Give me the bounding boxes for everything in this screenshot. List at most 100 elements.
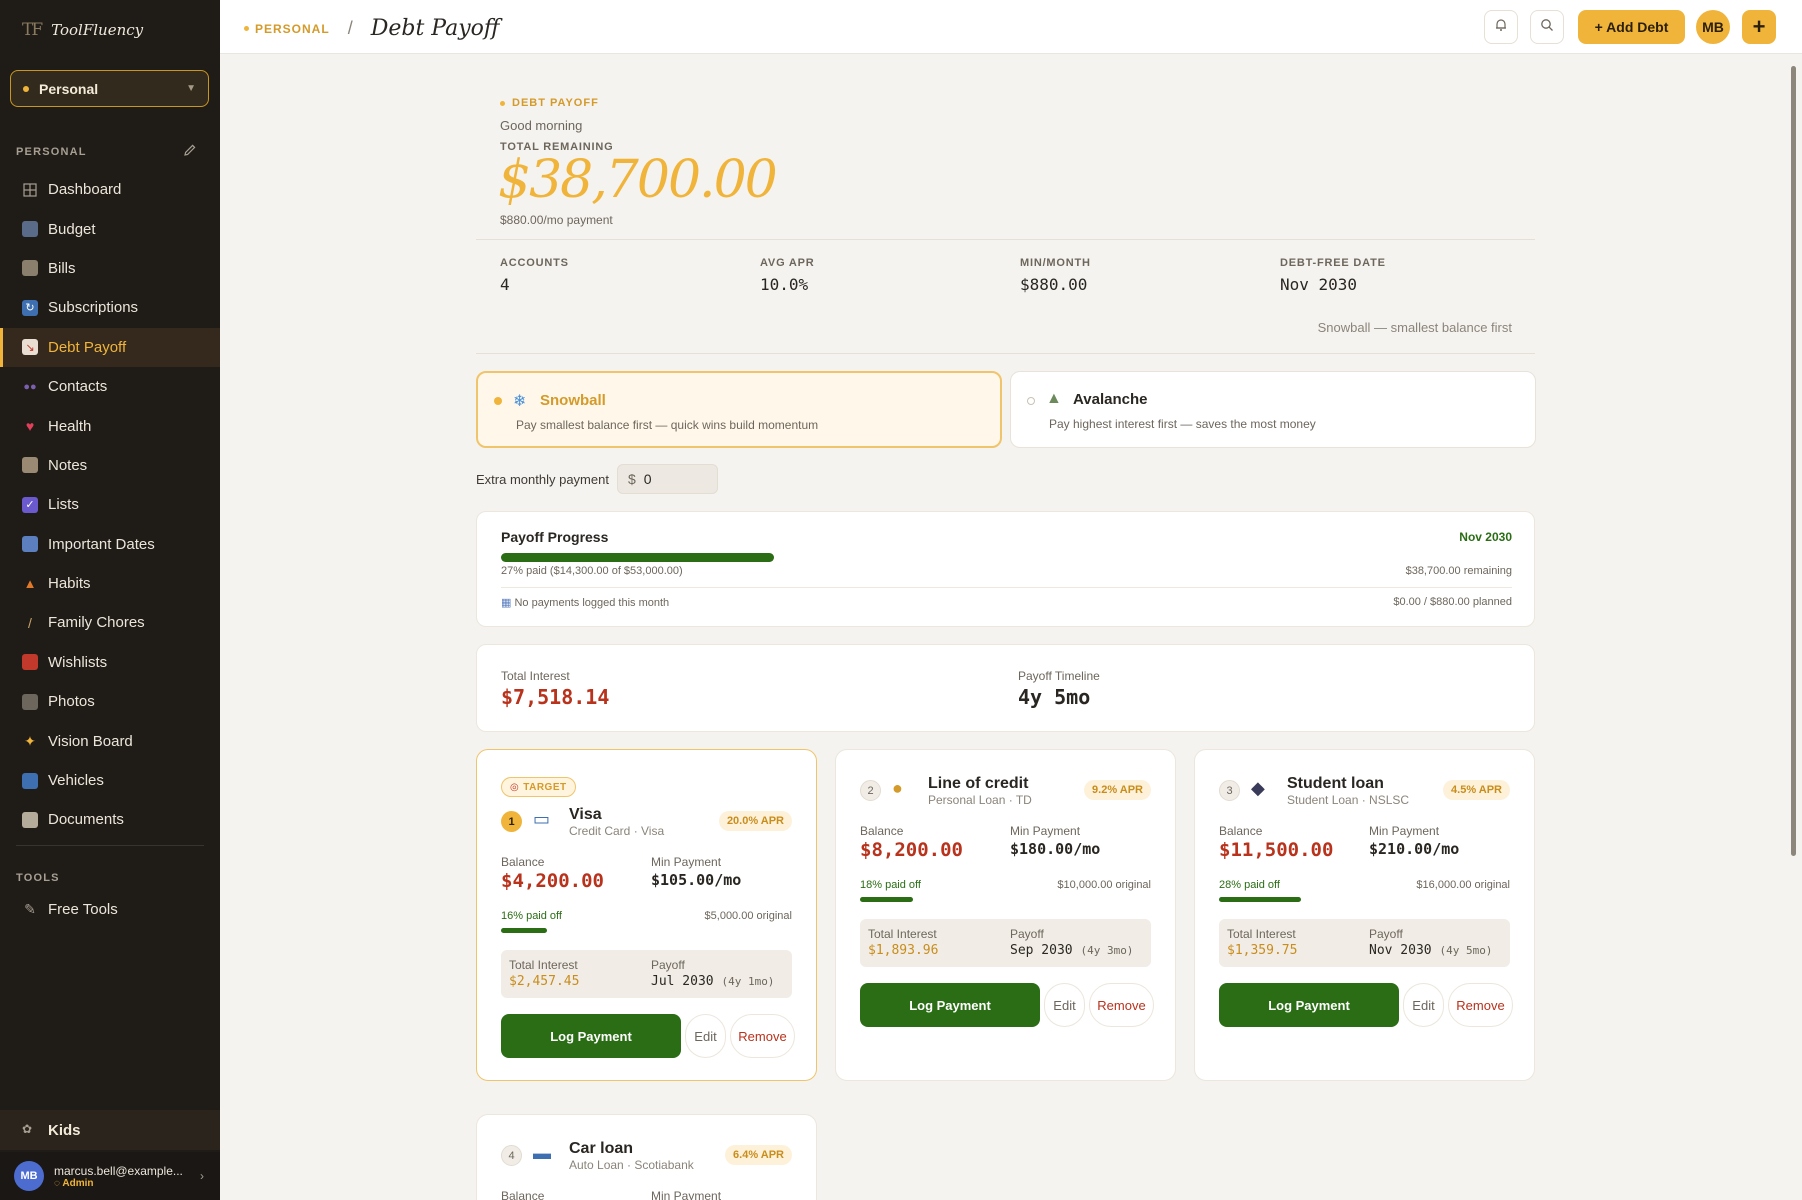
debt-name: Line of credit	[928, 775, 1029, 792]
mountain-icon: ▲	[1046, 390, 1062, 407]
target-badge-label: TARGET	[523, 781, 567, 793]
balance-value: $11,500.00	[1219, 839, 1334, 861]
min-payment-label: Min Payment	[1369, 824, 1440, 838]
total-interest-value: $1,359.75	[1227, 943, 1298, 958]
interest-box: Total Interest $2,457.45 Payoff Jul 2030…	[501, 950, 792, 998]
total-interest-label: Total Interest	[501, 669, 570, 683]
sidebar-item-label: Family Chores	[48, 614, 145, 632]
log-payment-button[interactable]: Log Payment	[860, 983, 1040, 1027]
sidebar-item-health[interactable]: ♥ Health	[0, 406, 220, 445]
sidebar-item-debt-payoff[interactable]: ↘ Debt Payoff	[0, 327, 220, 368]
checkbox-icon: ✓	[22, 496, 38, 513]
rank-badge: 2	[860, 780, 881, 801]
payoff-progress-title: Payoff Progress	[501, 529, 609, 545]
balance-label: Balance	[501, 855, 545, 869]
sidebar-item-important-dates[interactable]: Important Dates	[0, 525, 220, 564]
sidebar-item-free-tools[interactable]: ✎ Free Tools	[0, 890, 220, 929]
search-button[interactable]	[1530, 10, 1564, 44]
divider	[476, 239, 1535, 240]
remove-button[interactable]: Remove	[1089, 983, 1154, 1027]
edit-button[interactable]: Edit	[685, 1014, 726, 1058]
greeting: Good morning	[500, 118, 583, 133]
sidebar-item-habits[interactable]: ▲ Habits	[0, 564, 220, 603]
sidebar-nav: Dashboard Budget Bills ↻ Subscriptions ↘ D…	[0, 170, 220, 840]
user-menu[interactable]: MB marcus.bell@example... ◌ Admin ›	[0, 1152, 220, 1200]
sidebar-item-family-chores[interactable]: / Family Chores	[0, 603, 220, 642]
car-icon	[22, 772, 38, 789]
strategy-snowball[interactable]: ❄ Snowball Pay smallest balance first — …	[476, 371, 1002, 448]
remove-button[interactable]: Remove	[1448, 983, 1513, 1027]
user-role-label: Admin	[62, 1177, 94, 1189]
target-icon: ◎	[510, 781, 520, 793]
sidebar-item-photos[interactable]: Photos	[0, 682, 220, 721]
bar-chart-icon	[22, 221, 38, 238]
log-payment-button[interactable]: Log Payment	[501, 1014, 681, 1058]
balance-value: $8,200.00	[860, 839, 963, 861]
grid-icon	[22, 182, 38, 198]
sidebar-item-label: Health	[48, 417, 92, 435]
original-amount: $10,000.00 original	[1057, 879, 1151, 891]
total-interest-label: Total Interest	[868, 927, 937, 941]
calendar-icon	[22, 536, 38, 553]
kids-workspace[interactable]: ✿ Kids	[0, 1110, 220, 1150]
strategy-desc: Pay smallest balance first — quick wins …	[516, 418, 819, 432]
add-debt-button[interactable]: + Add Debt	[1578, 10, 1685, 44]
sidebar-item-contacts[interactable]: ●● Contacts	[0, 367, 220, 406]
workspace-dot-icon	[244, 26, 249, 31]
edit-button[interactable]: Edit	[1044, 983, 1085, 1027]
total-remaining-amount: $38,700.00	[498, 150, 778, 210]
stat-value: $880.00	[1020, 275, 1088, 294]
credit-card-icon: ▭	[533, 809, 551, 829]
user-email: marcus.bell@example...	[54, 1163, 183, 1178]
sidebar-item-lists[interactable]: ✓ Lists	[0, 485, 220, 524]
totals-panel: Total Interest $7,518.14 Payoff Timeline…	[476, 644, 1535, 732]
payment-log-status: ▦ No payments logged this month	[501, 596, 669, 609]
breadcrumb-workspace[interactable]: PERSONAL	[244, 22, 330, 36]
workspace-select[interactable]: Personal ▼	[10, 70, 209, 107]
original-amount: $5,000.00 original	[704, 910, 792, 922]
strategy-note: Snowball — smallest balance first	[1317, 320, 1512, 335]
extra-payment-input[interactable]: $0	[617, 464, 718, 494]
sidebar-item-label: Debt Payoff	[48, 338, 127, 356]
sidebar-item-bills[interactable]: Bills	[0, 249, 220, 288]
payoff-span: (4y 3mo)	[1080, 944, 1134, 957]
brand[interactable]: TF ToolFluency	[22, 20, 143, 40]
edit-button[interactable]: Edit	[1403, 983, 1444, 1027]
refresh-icon: ↻	[22, 299, 38, 316]
sidebar-item-wishlists[interactable]: Wishlists	[0, 643, 220, 682]
people-icon: ●●	[23, 380, 37, 393]
workspace-select-label: Personal	[39, 80, 99, 97]
edit-pencil-icon[interactable]	[183, 143, 199, 159]
interest-box: Total Interest $1,893.96 Payoff Sep 2030…	[860, 919, 1151, 967]
sidebar-item-dashboard[interactable]: Dashboard	[0, 170, 220, 209]
apr-badge: 4.5% APR	[1443, 780, 1510, 800]
payoff-date-value: Nov 2030	[1369, 943, 1432, 958]
balance-label: Balance	[860, 824, 904, 838]
sidebar-item-documents[interactable]: Documents	[0, 800, 220, 839]
scrollbar[interactable]	[1791, 66, 1796, 856]
sidebar-item-subscriptions[interactable]: ↻ Subscriptions	[0, 288, 220, 327]
money-bag-icon: ●	[892, 778, 903, 798]
target-badge: ◎ TARGET	[501, 777, 576, 797]
strategy-avalanche[interactable]: ▲ Avalanche Pay highest interest first —…	[1010, 371, 1536, 448]
sidebar-item-label: Lists	[48, 496, 79, 514]
hero-tag-label: DEBT PAYOFF	[512, 97, 599, 109]
sidebar-item-label: Subscriptions	[48, 299, 139, 317]
paid-off-text: 18% paid off	[860, 879, 921, 891]
sidebar-item-label: Photos	[48, 693, 95, 711]
avatar[interactable]: MB	[1696, 10, 1730, 44]
remove-button[interactable]: Remove	[730, 1014, 795, 1058]
sidebar-item-label: Bills	[48, 259, 76, 277]
sidebar-item-notes[interactable]: Notes	[0, 446, 220, 485]
quick-add-button[interactable]: +	[1742, 10, 1776, 44]
remaining-text: $38,700.00 remaining	[1405, 565, 1512, 577]
sidebar-section-tools: TOOLS	[16, 872, 60, 884]
sidebar-section-personal: PERSONAL	[16, 146, 87, 158]
debt-card: 4 ▬ Car loan Auto Loan · Scotiabank 6.4%…	[476, 1114, 817, 1200]
sidebar-item-budget[interactable]: Budget	[0, 209, 220, 248]
sidebar-item-vision-board[interactable]: ✦ Vision Board	[0, 721, 220, 760]
currency-symbol: $	[628, 471, 636, 487]
log-payment-button[interactable]: Log Payment	[1219, 983, 1399, 1027]
sidebar-item-vehicles[interactable]: Vehicles	[0, 761, 220, 800]
notifications-button[interactable]	[1484, 10, 1518, 44]
